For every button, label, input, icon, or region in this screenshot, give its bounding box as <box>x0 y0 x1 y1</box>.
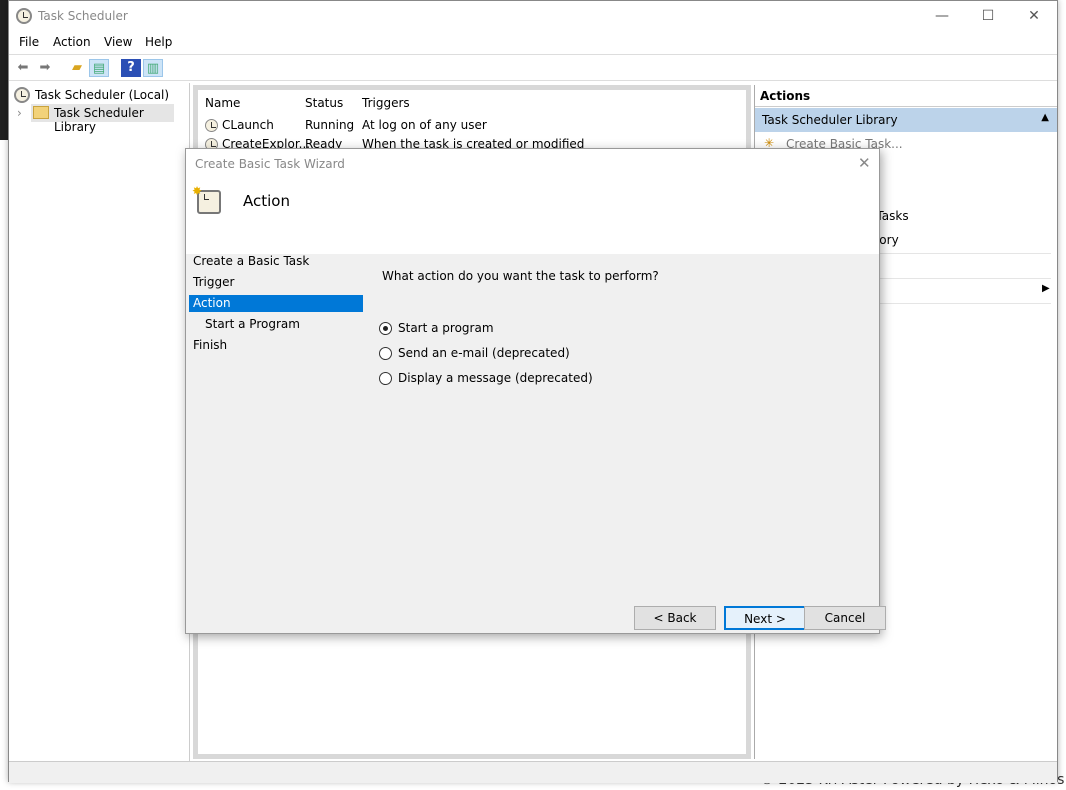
column-status[interactable]: Status <box>305 96 343 110</box>
status-bar <box>9 761 1057 783</box>
title-bar: Task Scheduler — ☐ ✕ <box>9 1 1057 31</box>
close-button[interactable]: ✕ <box>1011 1 1057 31</box>
radio-send-email[interactable] <box>379 347 392 360</box>
step-action[interactable]: Action <box>189 295 363 312</box>
create-basic-task-wizard: Create Basic Task Wizard ✕ ✸ Action Crea… <box>185 148 886 634</box>
menu-action[interactable]: Action <box>53 35 91 49</box>
task-icon <box>205 119 218 132</box>
actions-header: Actions <box>755 85 1057 107</box>
clock-icon <box>14 87 30 103</box>
question-label: What action do you want the task to perf… <box>382 269 659 283</box>
window-title: Task Scheduler <box>38 9 128 23</box>
dialog-title: Create Basic Task Wizard <box>195 157 345 171</box>
collapse-arrow-icon[interactable]: ▲ <box>1041 112 1049 123</box>
folder-clock-icon <box>33 106 49 119</box>
step-trigger[interactable]: Trigger <box>189 274 363 291</box>
minimize-button[interactable]: — <box>919 1 965 31</box>
option-send-email[interactable]: Send an e-mail (deprecated) <box>398 346 570 360</box>
radio-display-message[interactable] <box>379 372 392 385</box>
folder-up-icon[interactable]: ▰ <box>67 59 87 77</box>
wizard-header: Create Basic Task Wizard ✕ ✸ Action <box>186 149 879 254</box>
expand-chevron-icon[interactable]: › <box>17 106 22 120</box>
tree-root[interactable]: Task Scheduler (Local) <box>35 88 169 102</box>
radio-start-program[interactable] <box>379 322 392 335</box>
menu-bar: File Action View Help <box>9 33 1057 53</box>
option-display-message[interactable]: Display a message (deprecated) <box>398 371 593 385</box>
menu-view[interactable]: View <box>104 35 132 49</box>
back-button[interactable]: < Back <box>634 606 716 630</box>
table-row[interactable]: CLaunch Running At log on of any user <box>205 118 745 136</box>
menu-help[interactable]: Help <box>145 35 172 49</box>
toolbar: ⬅ ➡ ▰ ▤ ? ▥ <box>9 54 1057 81</box>
step-start-a-program[interactable]: Start a Program <box>189 316 363 333</box>
column-triggers[interactable]: Triggers <box>362 96 410 110</box>
submenu-arrow-icon[interactable]: ▶ <box>1042 283 1050 294</box>
column-name[interactable]: Name <box>205 96 240 110</box>
cancel-button[interactable]: Cancel <box>804 606 886 630</box>
wizard-heading: Action <box>243 192 290 210</box>
maximize-button[interactable]: ☐ <box>965 1 1011 31</box>
menu-file[interactable]: File <box>19 35 39 49</box>
back-icon[interactable]: ⬅ <box>13 59 33 77</box>
step-create-basic-task[interactable]: Create a Basic Task <box>189 253 363 270</box>
console-tree: Task Scheduler (Local) › Task Scheduler … <box>9 83 190 761</box>
show-hide-action-pane-icon[interactable]: ▥ <box>143 59 163 77</box>
step-finish[interactable]: Finish <box>189 337 363 354</box>
actions-section-library[interactable]: Task Scheduler Library ▲ <box>755 108 1057 132</box>
dialog-close-icon[interactable]: ✕ <box>858 154 871 172</box>
show-hide-console-tree-icon[interactable]: ▤ <box>89 59 109 77</box>
help-icon[interactable]: ? <box>121 59 141 77</box>
forward-icon[interactable]: ➡ <box>35 59 55 77</box>
sparkle-icon: ✸ <box>192 184 203 198</box>
option-start-program[interactable]: Start a program <box>398 321 494 335</box>
next-button[interactable]: Next > <box>724 606 806 630</box>
task-scheduler-icon <box>16 8 32 24</box>
tree-item-library[interactable]: Task Scheduler Library <box>31 104 174 134</box>
